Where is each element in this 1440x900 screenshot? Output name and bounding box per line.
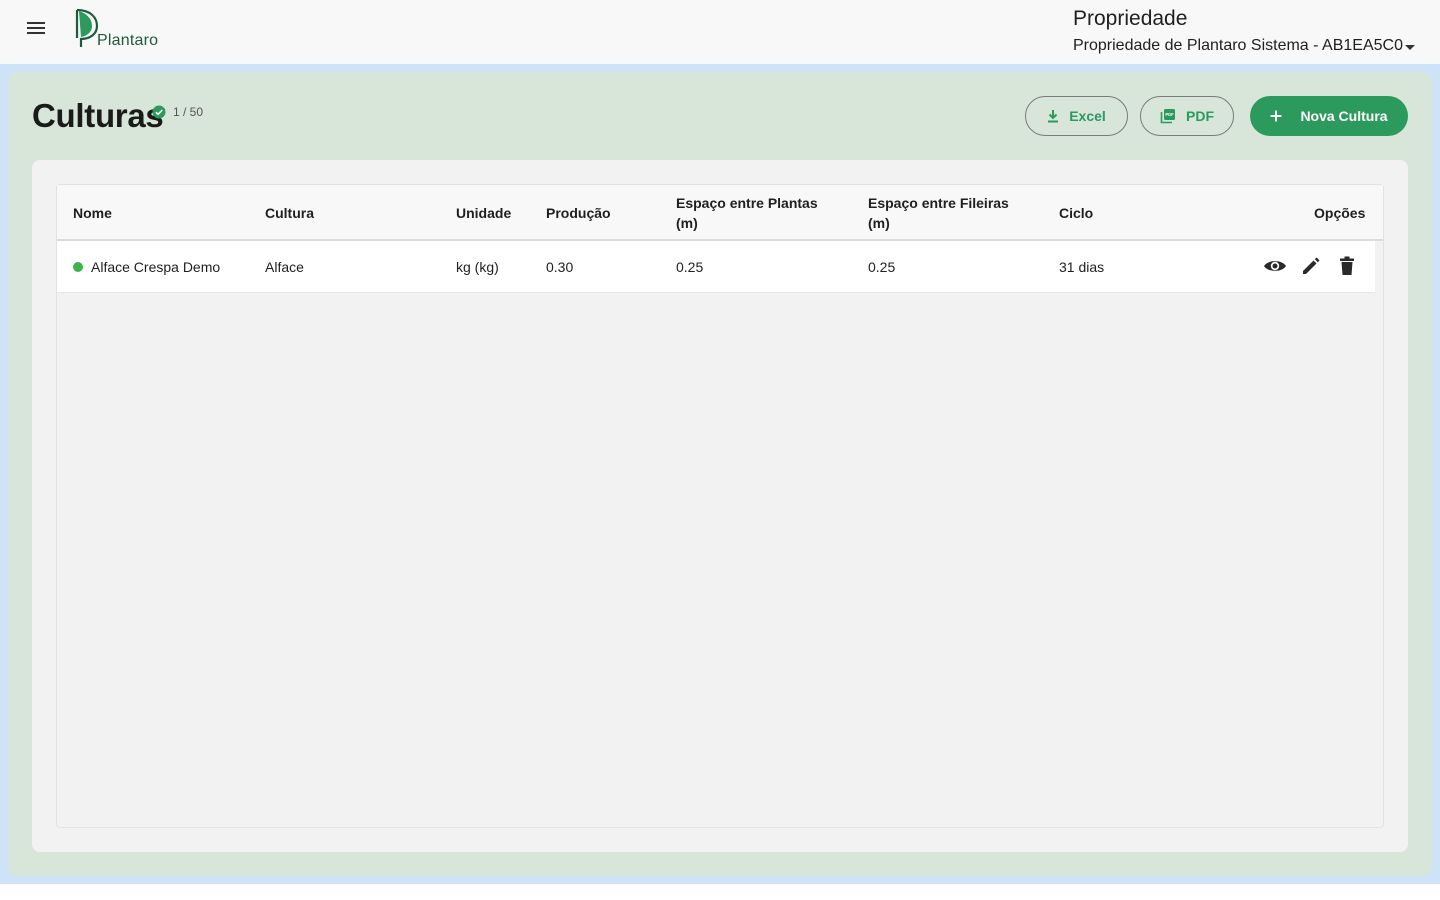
new-culture-label: Nova Cultura <box>1300 108 1388 124</box>
svg-text:PDF: PDF <box>1165 112 1174 117</box>
plus-icon <box>1270 110 1282 122</box>
column-header-espaco-fileiras-line2: (m) <box>868 215 890 231</box>
column-header-espaco-fileiras[interactable]: Espaço entre Fileiras (m) <box>868 193 1009 233</box>
download-icon <box>1047 109 1059 123</box>
logo[interactable]: Plantaro <box>74 8 174 52</box>
chevron-down-icon <box>1404 44 1415 50</box>
eye-icon[interactable] <box>1263 254 1287 278</box>
pencil-icon[interactable] <box>1299 254 1323 278</box>
top-bar: Plantaro Propriedade Propriedade de Plan… <box>0 0 1440 64</box>
logo-text: Plantaro <box>97 32 159 49</box>
property-value: Propriedade de Plantaro Sistema - AB1EA5… <box>1073 37 1403 54</box>
property-selector[interactable]: Propriedade Propriedade de Plantaro Sist… <box>1073 6 1433 56</box>
menu-icon[interactable] <box>22 14 50 42</box>
trash-icon[interactable] <box>1335 254 1359 278</box>
column-header-opcoes: Opções <box>1314 205 1366 221</box>
cell-espaco-fileiras: 0.25 <box>868 259 896 275</box>
export-pdf-label: PDF <box>1186 108 1214 124</box>
cell-espaco-plantas: 0.25 <box>676 259 704 275</box>
table-row[interactable]: Alface Crespa Demo Alface kg (kg) 0.30 0… <box>57 241 1375 293</box>
column-header-espaco-fileiras-line1: Espaço entre Fileiras <box>868 195 1009 211</box>
cell-producao: 0.30 <box>546 259 574 275</box>
column-header-espaco-plantas[interactable]: Espaço entre Plantas (m) <box>676 193 818 233</box>
column-header-cultura[interactable]: Cultura <box>265 203 314 223</box>
cell-unidade: kg (kg) <box>456 259 499 275</box>
record-counter: 1 / 50 <box>173 105 204 119</box>
column-header-producao[interactable]: Produção <box>546 203 611 223</box>
column-header-nome[interactable]: Nome <box>73 203 112 223</box>
cell-cultura: Alface <box>265 259 304 275</box>
export-excel-button[interactable]: Excel <box>1025 96 1128 136</box>
property-label: Propriedade <box>1073 7 1188 30</box>
cell-nome: Alface Crespa Demo <box>91 259 221 275</box>
column-header-espaco-plantas-line2: (m) <box>676 215 698 231</box>
export-pdf-button[interactable]: PDF PDF <box>1140 96 1234 136</box>
status-indicator <box>73 262 83 272</box>
table-header: Nome Cultura Unidade Produção Espaço ent… <box>57 185 1383 241</box>
new-culture-button[interactable]: Nova Cultura <box>1250 96 1408 136</box>
column-header-unidade[interactable]: Unidade <box>456 203 511 223</box>
check-circle-icon <box>152 105 166 119</box>
property-dropdown[interactable]: Propriedade de Plantaro Sistema - AB1EA5… <box>1073 36 1433 56</box>
page-title: Culturas <box>32 97 164 134</box>
export-excel-label: Excel <box>1069 108 1106 124</box>
cultures-table: Nome Cultura Unidade Produção Espaço ent… <box>56 184 1384 828</box>
column-header-ciclo[interactable]: Ciclo <box>1059 203 1093 223</box>
cell-ciclo: 31 dias <box>1059 259 1105 275</box>
pdf-icon: PDF <box>1160 108 1176 124</box>
column-header-espaco-plantas-line1: Espaço entre Plantas <box>676 195 818 211</box>
